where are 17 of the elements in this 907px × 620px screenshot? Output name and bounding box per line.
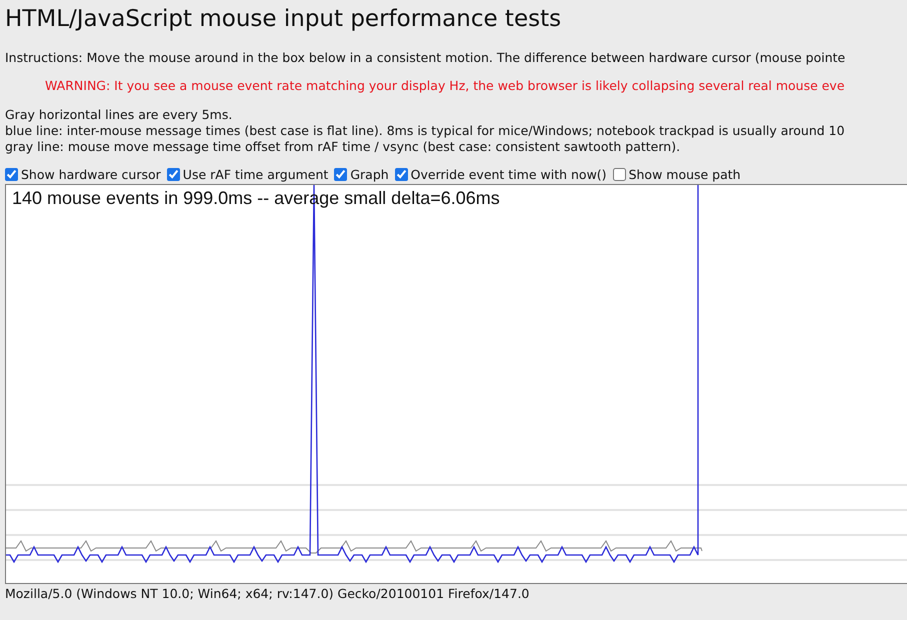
- checkbox[interactable]: [166, 168, 180, 180]
- checkbox-label[interactable]: Override event time with now(): [410, 166, 607, 182]
- checkbox[interactable]: [334, 168, 348, 180]
- checkbox-label[interactable]: Use rAF time argument: [182, 166, 328, 182]
- checkbox[interactable]: [5, 168, 18, 180]
- checkbox-label[interactable]: Show hardware cursor: [21, 166, 161, 182]
- checkbox[interactable]: [394, 168, 408, 180]
- checkbox[interactable]: [612, 168, 626, 180]
- warning-text: WARNING: It you see a mouse event rate matching your display Hz, the web browser is likely collapsing several real mouse eve: [44, 78, 846, 94]
- note-text: Gray horizontal lines are every 5ms.: [5, 107, 232, 123]
- user-agent-text: Mozilla/5.0 (Windows NT 10.0; Win64; x64; rv:147.0) Gecko/20100101 Firefox/147.0: [5, 586, 530, 602]
- note-text: blue line: inter-mouse message times (best case is flat line). 8ms is typical for mice/Windows; notebook trackpad is usually around 10: [5, 123, 845, 139]
- checkbox-label[interactable]: Graph: [350, 166, 389, 182]
- instructions-text: Instructions: Move the mouse around in the box below in a consistent motion. The difference between hardware cursor (mouse pointe: [5, 50, 846, 66]
- note-text: gray line: mouse move message time offset from rAF time / vsync (best case: consistent sawtooth pattern).: [5, 139, 680, 155]
- page-title: HTML/JavaScript mouse input performance tests: [5, 5, 562, 34]
- checkbox-label[interactable]: Show mouse path: [628, 166, 741, 182]
